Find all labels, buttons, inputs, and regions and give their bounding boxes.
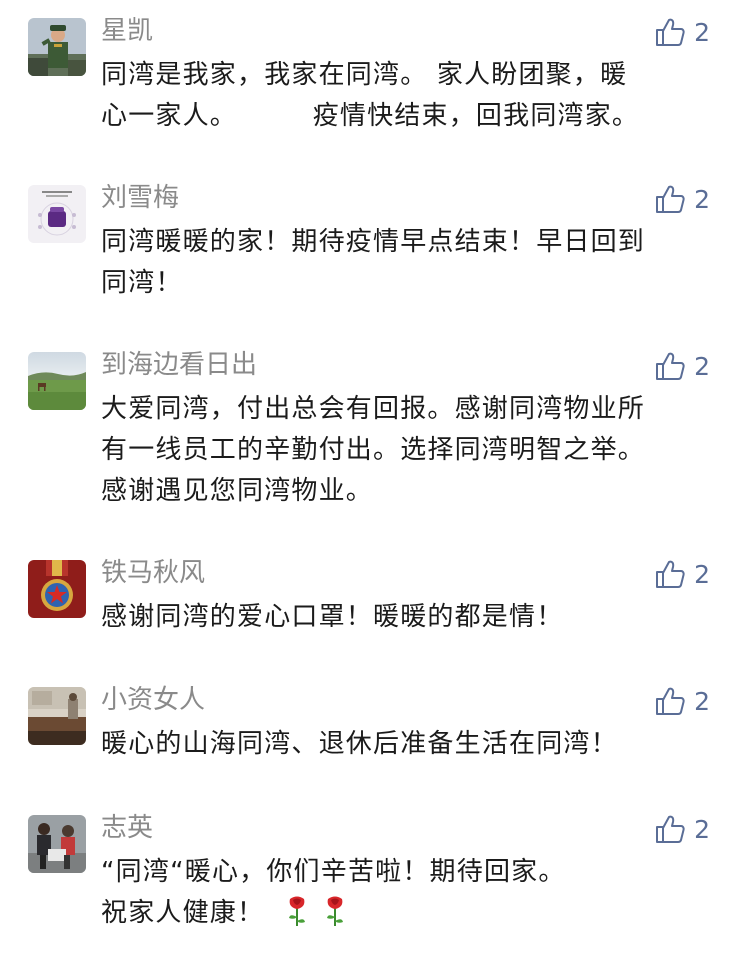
comment-text: 暖心的山海同湾、退休后准备生活在同湾！	[101, 724, 711, 765]
family-photo-avatar-icon[interactable]	[28, 815, 86, 873]
like-button[interactable]: 2	[655, 183, 710, 215]
thumbs-up-icon	[656, 687, 685, 715]
rose-icon	[327, 896, 344, 926]
like-button[interactable]: 2	[655, 685, 710, 717]
comment-text-line: 感谢遇见您同湾物业。	[101, 476, 374, 506]
comment-text-line: “同湾“暖心，你们辛苦啦！期待回家。	[101, 857, 566, 887]
product-poster-avatar-icon[interactable]	[28, 185, 86, 243]
like-button[interactable]: 2	[655, 813, 710, 845]
commenter-name[interactable]: 志英	[101, 812, 153, 844]
like-count: 2	[694, 184, 710, 214]
comment-text: 大爱同湾，付出总会有回报。感谢同湾物业所 有一线员工的辛勤付出。选择同湾明智之举…	[101, 389, 711, 512]
comment-text-line: 同湾是我家，我家在同湾。 家人盼团聚，暖	[101, 60, 628, 90]
comment-text-line: 同湾！	[101, 268, 183, 298]
commenter-name[interactable]: 铁马秋风	[101, 557, 205, 589]
commenter-name[interactable]: 刘雪梅	[101, 182, 179, 214]
comment-text-line: 有一线员工的辛勤付出。选择同湾明智之举。	[101, 435, 646, 465]
like-count: 2	[694, 686, 710, 716]
comment-text: 感谢同湾的爱心口罩！暖暖的都是情！	[101, 597, 711, 638]
like-count: 2	[694, 351, 710, 381]
comment-text-segment: 祝家人健康！	[101, 898, 265, 928]
comment-text-line: 大爱同湾，付出总会有回报。感谢同湾物业所	[101, 394, 646, 424]
comment-text-line: 祝家人健康！	[101, 893, 711, 934]
like-button[interactable]: 2	[655, 350, 710, 382]
room-scene-avatar-icon[interactable]	[28, 687, 86, 745]
thumbs-up-icon	[656, 18, 685, 46]
like-count: 2	[694, 17, 710, 47]
comment-text: 同湾暖暖的家！期待疫情早点结束！早日回到 同湾！	[101, 222, 711, 304]
comment-text-line: 暖心的山海同湾、退休后准备生活在同湾！	[101, 729, 618, 759]
thumbs-up-icon	[656, 815, 685, 843]
comment-text-line: 心一家人。 疫情快结束，回我同湾家。	[101, 101, 640, 131]
medal-avatar-icon[interactable]	[28, 560, 86, 618]
thumbs-up-icon	[656, 560, 685, 588]
thumbs-up-icon	[656, 185, 685, 213]
soldier-avatar-icon[interactable]	[28, 18, 86, 76]
like-count: 2	[694, 814, 710, 844]
like-button[interactable]: 2	[655, 16, 710, 48]
comment-text-line: 感谢同湾的爱心口罩！暖暖的都是情！	[101, 602, 564, 632]
commenter-name[interactable]: 小资女人	[101, 684, 205, 716]
comment-text-line: 同湾暖暖的家！期待疫情早点结束！早日回到	[101, 227, 646, 257]
comment-text: “同湾“暖心，你们辛苦啦！期待回家。 祝家人健康！	[101, 852, 711, 934]
grassland-horse-avatar-icon[interactable]	[28, 352, 86, 410]
commenter-name[interactable]: 星凯	[101, 15, 153, 47]
rose-icon	[289, 896, 306, 926]
thumbs-up-icon	[656, 352, 685, 380]
like-button[interactable]: 2	[655, 558, 710, 590]
like-count: 2	[694, 559, 710, 589]
commenter-name[interactable]: 到海边看日出	[101, 349, 257, 381]
comment-text: 同湾是我家，我家在同湾。 家人盼团聚，暖 心一家人。 疫情快结束，回我同湾家。	[101, 55, 711, 137]
